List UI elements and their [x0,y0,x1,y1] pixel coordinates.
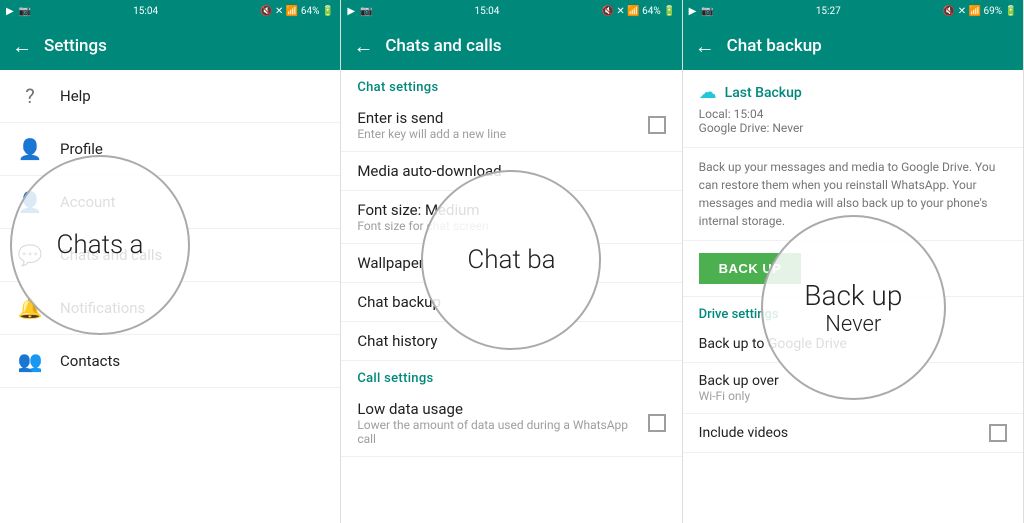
font-size-text: Font size: Medium Font size for chat scr… [357,201,665,233]
chat-history-item[interactable]: Chat history [341,322,681,361]
settings-item-contacts[interactable]: 👥 Contacts [0,335,340,388]
settings-item-profile[interactable]: 👤 Profile [0,123,340,176]
help-icon: ? [16,82,44,110]
chats-label: Chats and calls [60,246,162,264]
chat-settings-header: Chat settings [341,70,681,99]
app-bar-1: ← Settings [0,22,340,70]
back-arrow-2[interactable]: ← [353,34,373,59]
local-label: Local: 15:04 [699,107,1007,121]
drive-settings-header: Drive settings [683,297,1023,326]
chats-icon: 💬 [16,241,44,269]
last-backup-section: ☁ Last Backup Local: 15:04 Google Drive:… [683,70,1023,148]
profile-icon: 👤 [16,135,44,163]
drive-backup-to-item[interactable]: Back up to Google Drive [683,326,1023,363]
back-arrow-1[interactable]: ← [12,34,32,59]
include-videos-item[interactable]: Include videos [683,414,1023,453]
backup-button-area: BACK UP [683,241,1023,297]
settings-item-chats[interactable]: 💬 Chats and calls [0,229,340,282]
settings-item-notifications[interactable]: 🔔 Notifications [0,282,340,335]
media-auto-download-item[interactable]: Media auto-download [341,152,681,191]
enter-is-send-checkbox[interactable] [648,116,666,134]
chats-calls-title: Chats and calls [385,36,669,56]
settings-title: Settings [44,36,328,56]
status-bar-3: ▶ 📷 15:27 🔇 ✕ 📶 69% 🔋 [683,0,1023,22]
status-right-1: 🔇 ✕ 📶 64% 🔋 [260,6,334,17]
notifications-icon: 🔔 [16,294,44,322]
drive-label: Google Drive: Never [699,121,1007,135]
settings-item-help[interactable]: ? Help [0,70,340,123]
font-size-item[interactable]: Font size: Medium Font size for chat scr… [341,191,681,244]
settings-item-account[interactable]: 👤 Account [0,176,340,229]
status-left-2: ▶ 📷 [347,6,372,17]
chat-backup-title: Chat backup [727,36,1011,56]
app-bar-3: ← Chat backup [683,22,1023,70]
status-bar-2: ▶ 📷 15:04 🔇 ✕ 📶 64% 🔋 [341,0,681,22]
app-bar-2: ← Chats and calls [341,22,681,70]
help-label: Help [60,87,91,105]
status-bar-1: ▶ 📷 15:04 🔇 ✕ 📶 64% 🔋 [0,0,340,22]
include-videos-checkbox[interactable] [989,424,1007,442]
wallpaper-text: Wallpaper [357,254,665,272]
status-left-1: ▶ 📷 [6,6,31,17]
back-arrow-3[interactable]: ← [695,34,715,59]
drive-backup-over-item[interactable]: Back up over Wi-Fi only [683,363,1023,414]
low-data-checkbox[interactable] [648,414,666,432]
enter-is-send-item[interactable]: Enter is send Enter key will add a new l… [341,99,681,152]
account-icon: 👤 [16,188,44,216]
chat-backup-panel: ▶ 📷 15:27 🔇 ✕ 📶 69% 🔋 ← Chat backup ☁ La… [683,0,1024,523]
backup-description: Back up your messages and media to Googl… [683,148,1023,241]
media-auto-text: Media auto-download [357,162,665,180]
profile-label: Profile [60,140,103,158]
enter-is-send-text: Enter is send Enter key will add a new l… [357,109,647,141]
contacts-label: Contacts [60,352,120,370]
status-right-3: 🔇 ✕ 📶 69% 🔋 [943,6,1017,17]
status-right-2: 🔇 ✕ 📶 64% 🔋 [601,6,675,17]
chat-backup-item[interactable]: Chat backup [341,283,681,322]
notifications-label: Notifications [60,299,145,317]
call-settings-header: Call settings [341,361,681,390]
settings-list: ? Help 👤 Profile 👤 Account 💬 Chats and c… [0,70,340,523]
drive-backup-to-text: Back up to Google Drive [699,336,847,352]
status-time-2: 15:04 [474,6,499,17]
settings-panel: ▶ 📷 15:04 🔇 ✕ 📶 64% 🔋 ← Settings ? Help … [0,0,341,523]
chat-history-text: Chat history [357,332,665,350]
last-backup-title: ☁ Last Backup [699,82,1007,103]
cloud-upload-icon: ☁ [699,82,717,103]
status-time-3: 15:27 [816,6,841,17]
account-label: Account [60,193,116,211]
include-videos-text: Include videos [699,425,789,441]
contacts-icon: 👥 [16,347,44,375]
low-data-text: Low data usage Lower the amount of data … [357,400,647,446]
backup-button[interactable]: BACK UP [699,253,802,284]
status-time-1: 15:04 [133,6,158,17]
wallpaper-item[interactable]: Wallpaper [341,244,681,283]
drive-backup-over-text: Back up over Wi-Fi only [699,373,779,403]
chat-backup-text: Chat backup [357,293,665,311]
chats-calls-panel: ▶ 📷 15:04 🔇 ✕ 📶 64% 🔋 ← Chats and calls … [341,0,682,523]
status-left-3: ▶ 📷 [689,6,714,17]
low-data-usage-item[interactable]: Low data usage Lower the amount of data … [341,390,681,457]
